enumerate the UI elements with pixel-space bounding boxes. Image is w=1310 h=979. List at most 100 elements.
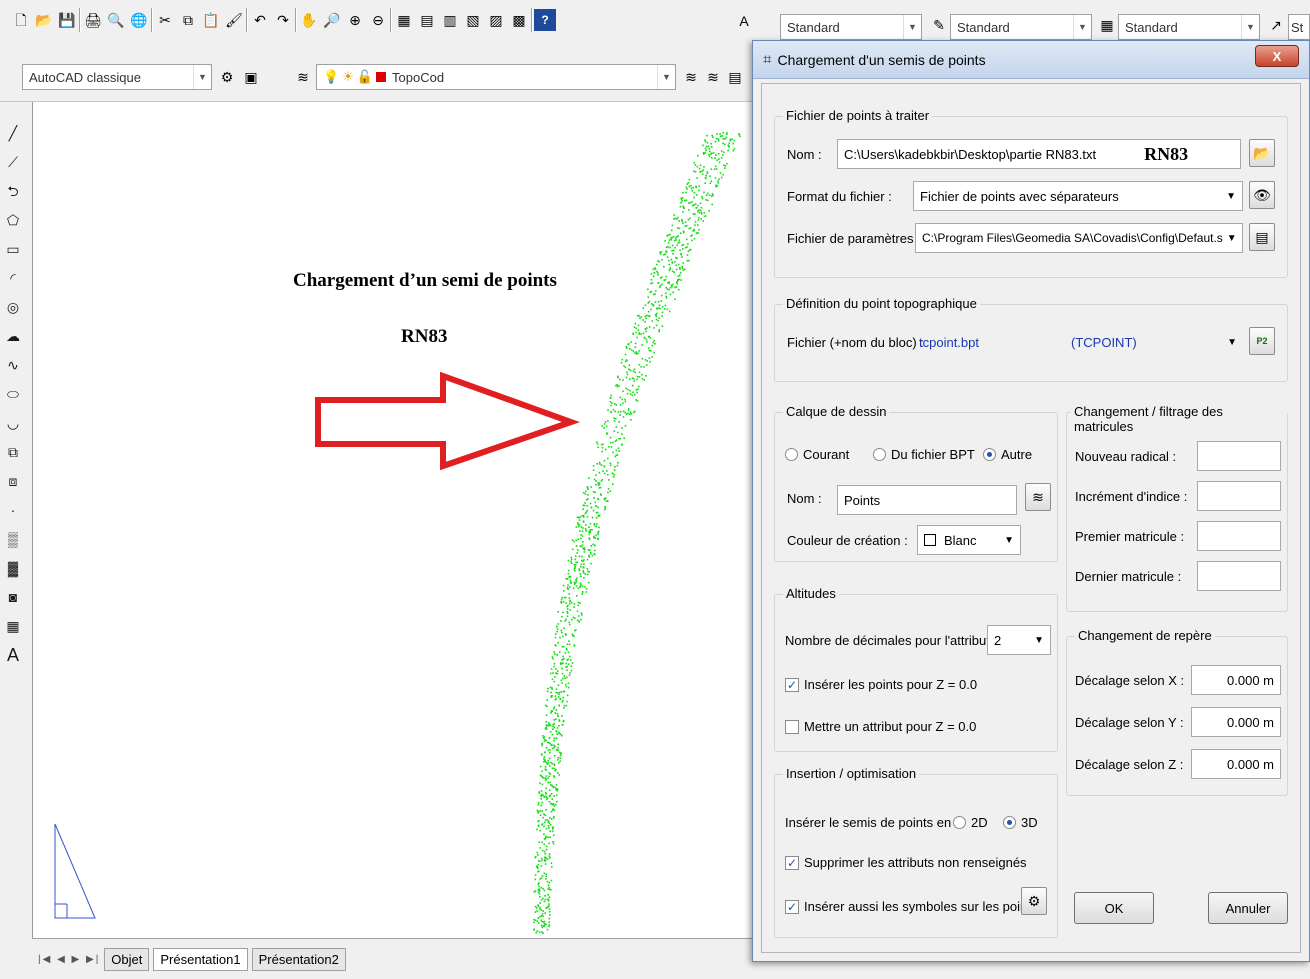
file-name-input[interactable]: C:\Users\kadebkbir\Desktop\partie RN83.t… — [837, 139, 1241, 169]
table-style-icon[interactable]: ▦ — [1096, 14, 1118, 36]
sheet-set-icon[interactable]: ▧ — [462, 9, 484, 31]
layer-combo[interactable]: 💡 ☀ 🔓 TopoCod ▼ — [316, 64, 676, 90]
circle-icon[interactable]: ◎ — [2, 293, 24, 321]
browse-folder-icon[interactable]: 📂 — [1249, 139, 1275, 167]
arc-icon[interactable]: ◜ — [2, 264, 24, 292]
tab-nav-arrows-icon[interactable]: |◀ ◀ ▶ ▶| — [38, 954, 100, 965]
redo-icon[interactable]: ↷ — [272, 9, 294, 31]
dialog-titlebar[interactable]: ⌗ Chargement d'un semis de points X — [753, 41, 1309, 79]
undo-icon[interactable]: ↶ — [249, 9, 271, 31]
last-matricule-input[interactable] — [1197, 561, 1281, 591]
paste-icon[interactable]: 📋 — [200, 9, 222, 31]
remove-empty-attributes-checkbox[interactable]: ✓ Supprimer les attributs non renseignés — [785, 855, 1027, 870]
text-style-icon[interactable]: A — [733, 10, 755, 32]
gradient-icon[interactable]: ▓ — [2, 554, 24, 582]
radio-2d[interactable]: 2D — [953, 815, 988, 830]
polygon-icon[interactable]: ⬠ — [2, 206, 24, 234]
preview-icon[interactable]: 🔍 — [105, 9, 127, 31]
hatch-icon[interactable]: ▒ — [2, 525, 24, 553]
tab-presentation1[interactable]: Présentation1 — [153, 947, 248, 971]
markup-icon[interactable]: ▨ — [485, 9, 507, 31]
workspace-save-icon[interactable]: ▣ — [240, 66, 262, 88]
mleader-style-icon[interactable]: ↗ — [1265, 14, 1287, 36]
offset-x-input[interactable]: 0.000 m — [1191, 665, 1281, 695]
survey-point — [565, 602, 567, 604]
cut-icon[interactable]: ✂ — [154, 9, 176, 31]
workspace-combo[interactable]: AutoCAD classique ▼ — [22, 64, 212, 90]
revision-cloud-icon[interactable]: ☁ — [2, 322, 24, 350]
design-center-icon[interactable]: ▤ — [416, 9, 438, 31]
dim-style-icon[interactable]: ✎ — [928, 14, 950, 36]
cancel-button[interactable]: Annuler — [1208, 892, 1288, 924]
view-eye-icon[interactable]: 👁 — [1249, 181, 1275, 209]
color-select[interactable]: Blanc ▼ — [917, 525, 1021, 555]
layer-previous-icon[interactable]: ≋ — [702, 66, 724, 88]
block-preview-icon[interactable]: P2 — [1249, 327, 1275, 355]
print-icon[interactable]: 🖨 — [82, 9, 104, 31]
construction-line-icon[interactable]: ⟋ — [2, 148, 24, 176]
ellipse-arc-icon[interactable]: ◡ — [2, 409, 24, 437]
ellipse-icon[interactable]: ⬭ — [2, 380, 24, 408]
region-icon[interactable]: ◙ — [2, 583, 24, 611]
block-file-select[interactable]: tcpoint.bpt (TCPOINT) ▼ — [913, 327, 1243, 357]
table-icon[interactable]: ▦ — [2, 612, 24, 640]
survey-point — [550, 862, 553, 864]
radio-courant[interactable]: Courant — [785, 447, 849, 462]
ok-button[interactable]: OK — [1074, 892, 1154, 924]
radio-autre[interactable]: Autre — [983, 447, 1032, 462]
layer-manager-icon[interactable]: ≋ — [292, 66, 314, 88]
rectangle-icon[interactable]: ▭ — [2, 235, 24, 263]
insert-block-icon[interactable]: ⧉ — [2, 438, 24, 466]
calculator-icon[interactable]: ▩ — [508, 9, 530, 31]
publish-icon[interactable]: 🌐 — [128, 9, 150, 31]
zoom-window-icon[interactable]: ⊕ — [344, 9, 366, 31]
new-file-icon[interactable]: 🗋 — [10, 9, 32, 31]
attribute-z0-checkbox[interactable]: Mettre un attribut pour Z = 0.0 — [785, 719, 976, 734]
open-file-icon[interactable]: 📂 — [33, 9, 55, 31]
insert-z0-checkbox[interactable]: ✓ Insérer les points pour Z = 0.0 — [785, 677, 977, 692]
table-style-combo[interactable]: Standard ▼ — [1118, 14, 1260, 40]
offset-z-input[interactable]: 0.000 m — [1191, 749, 1281, 779]
dim-style-combo[interactable]: Standard ▼ — [950, 14, 1092, 40]
radio-fichier-bpt[interactable]: Du fichier BPT — [873, 447, 975, 462]
mleader-style-combo[interactable]: St — [1288, 14, 1310, 40]
save-icon[interactable]: 💾 — [56, 9, 78, 31]
tab-presentation2[interactable]: Présentation2 — [251, 947, 346, 971]
params-settings-icon[interactable]: ▤ — [1249, 223, 1275, 251]
increment-input[interactable] — [1197, 481, 1281, 511]
text-style-combo[interactable]: Standard ▼ — [780, 14, 922, 40]
zoom-previous-icon[interactable]: ⊖ — [367, 9, 389, 31]
close-button[interactable]: X — [1255, 45, 1299, 67]
tab-objet[interactable]: Objet — [104, 947, 150, 971]
checkbox-checked: ✓ — [785, 899, 799, 914]
zoom-realtime-icon[interactable]: 🔎 — [321, 9, 343, 31]
survey-point — [608, 446, 610, 448]
multiline-text-icon[interactable]: A — [2, 641, 24, 669]
layer-picker-icon[interactable]: ≋ — [1025, 483, 1051, 511]
decimals-select[interactable]: 2 ▼ — [987, 625, 1051, 655]
radio-3d[interactable]: 3D — [1003, 815, 1038, 830]
properties-icon[interactable]: ▦ — [393, 9, 415, 31]
offset-y-input[interactable]: 0.000 m — [1191, 707, 1281, 737]
polyline-icon[interactable]: ⮌ — [2, 177, 24, 205]
pan-icon[interactable]: ✋ — [298, 9, 320, 31]
spline-icon[interactable]: ∿ — [2, 351, 24, 379]
workspace-settings-icon[interactable]: ⚙ — [216, 66, 238, 88]
insert-symbols-checkbox[interactable]: ✓ Insérer aussi les symboles sur les poin… — [785, 899, 1037, 914]
make-current-icon[interactable]: ≋ — [680, 66, 702, 88]
first-matricule-input[interactable] — [1197, 521, 1281, 551]
layer-state-icon[interactable]: ▤ — [724, 66, 746, 88]
radical-input[interactable] — [1197, 441, 1281, 471]
line-icon[interactable]: ╱ — [2, 119, 24, 147]
help-icon[interactable]: ? — [534, 9, 556, 31]
point-icon[interactable]: · — [2, 496, 24, 524]
symbols-settings-icon[interactable]: ⚙ — [1021, 887, 1047, 915]
format-select[interactable]: Fichier de points avec séparateurs ▼ — [913, 181, 1243, 211]
match-properties-icon[interactable]: 🖌 — [223, 9, 245, 31]
drawing-canvas[interactable]: Chargement d’un semi de points RN83 — [32, 102, 754, 938]
layer-name-input[interactable]: Points — [837, 485, 1017, 515]
copy-icon[interactable]: ⧉ — [177, 9, 199, 31]
params-select[interactable]: C:\Program Files\Geomedia SA\Covadis\Con… — [915, 223, 1243, 253]
make-block-icon[interactable]: ⧈ — [2, 467, 24, 495]
tool-palettes-icon[interactable]: ▥ — [439, 9, 461, 31]
